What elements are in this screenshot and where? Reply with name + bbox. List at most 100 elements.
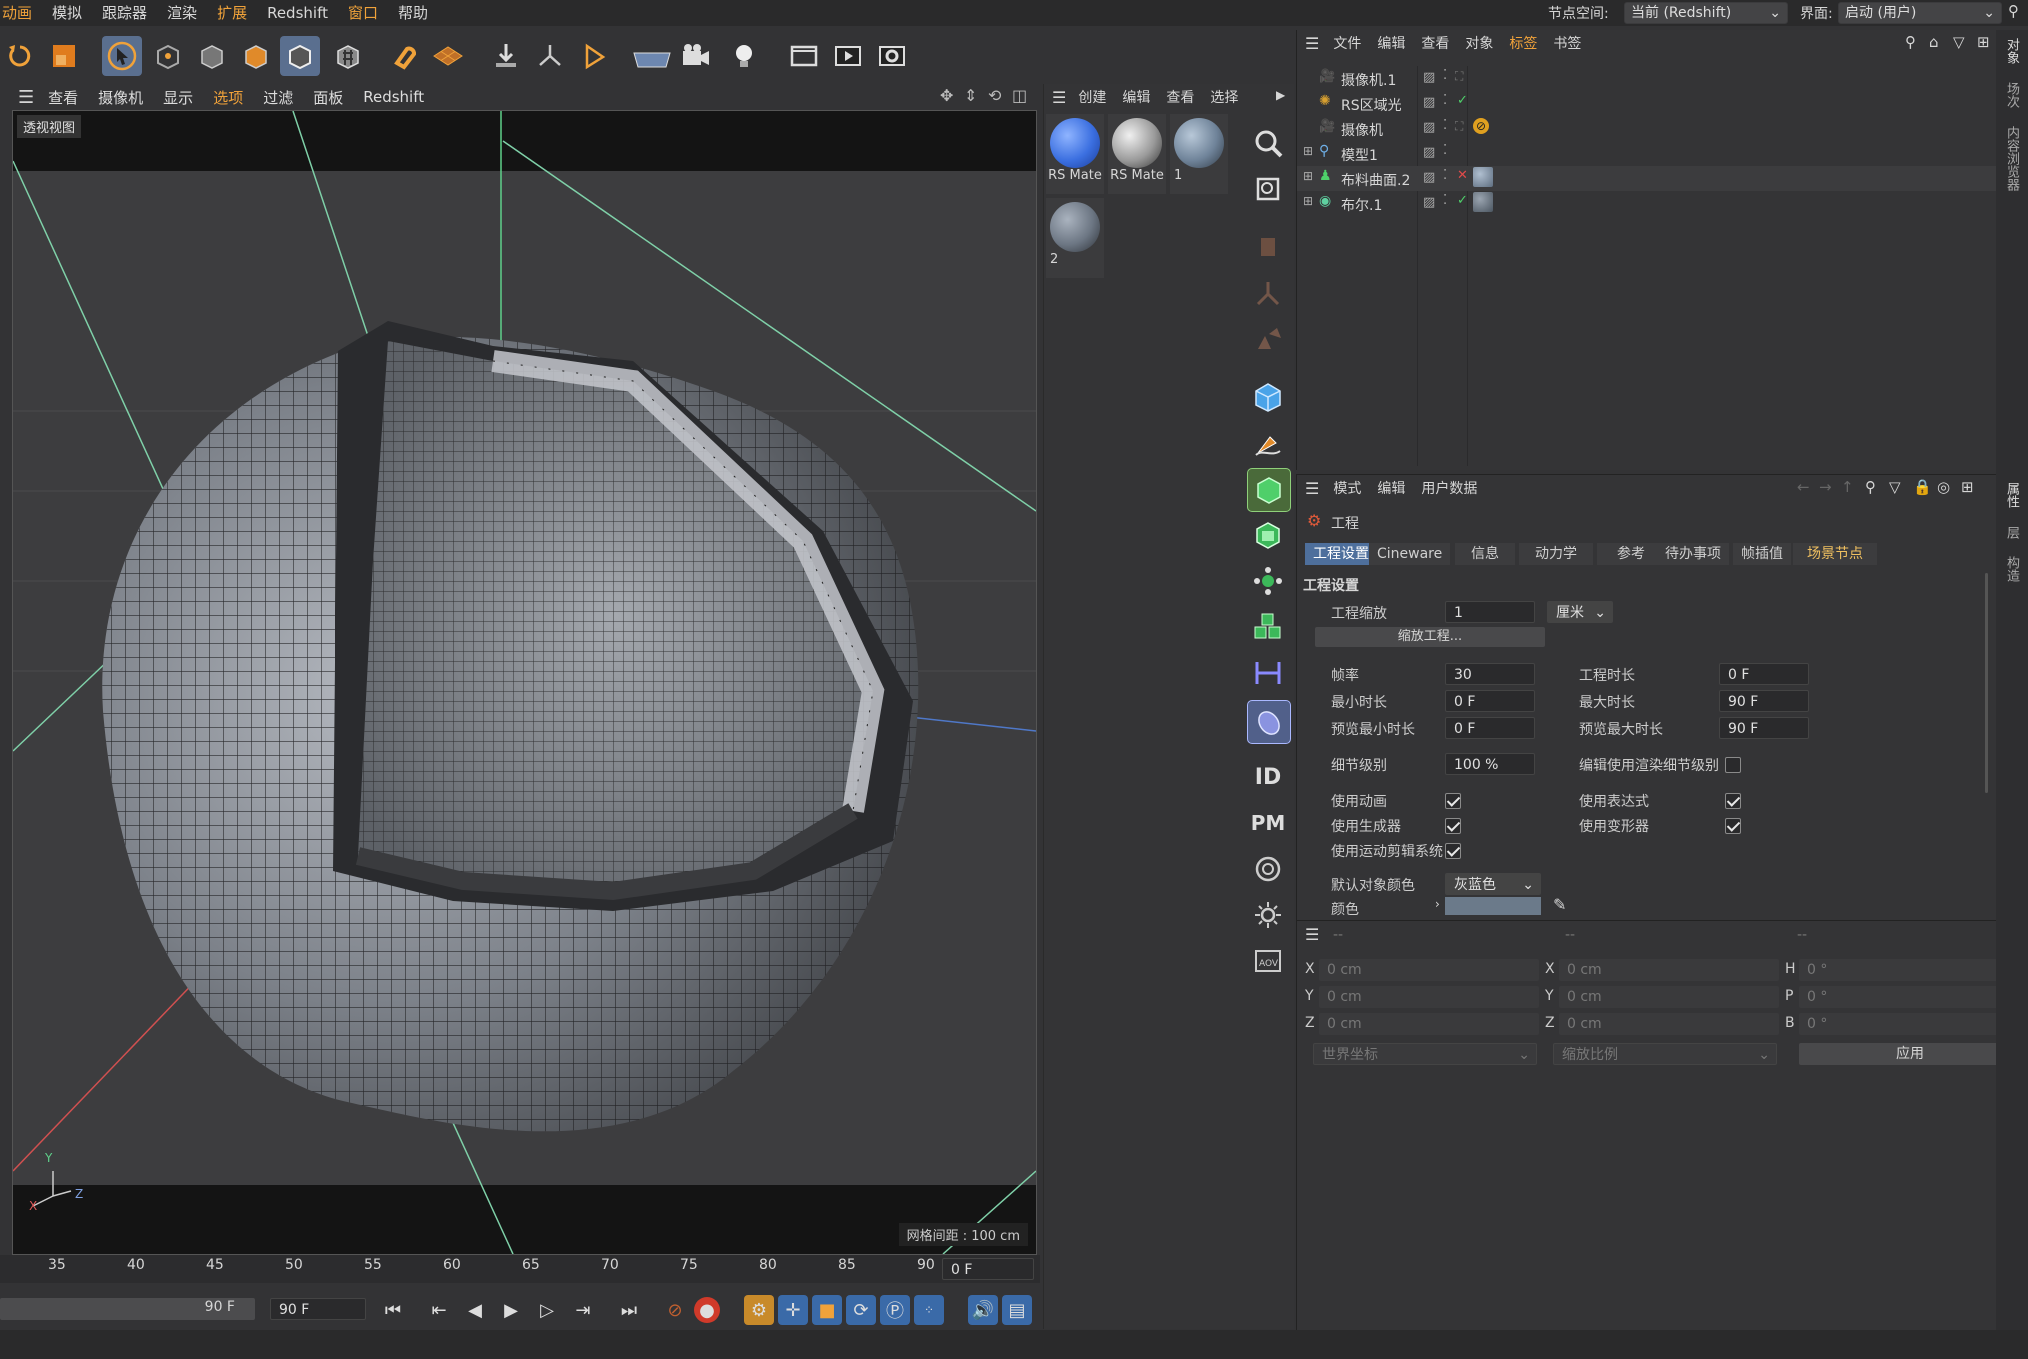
- object-row[interactable]: ⊞ ⚲ 模型1 ▨ ⁚: [1297, 141, 1997, 166]
- floor-icon[interactable]: [632, 36, 672, 76]
- tab-content-browser[interactable]: 内容浏览器: [2002, 126, 2021, 191]
- scale-ratio-select[interactable]: 缩放比例 ⌄: [1553, 1043, 1777, 1065]
- prev-key-icon[interactable]: ⇤: [424, 1295, 454, 1325]
- pan-view-icon[interactable]: ⇕: [964, 86, 977, 105]
- render-lod-checkbox[interactable]: [1725, 757, 1741, 773]
- key-move-icon[interactable]: ✛: [778, 1295, 808, 1325]
- menu-render[interactable]: 渲染: [157, 0, 207, 26]
- camera-tag-icon[interactable]: ⛶: [1455, 69, 1463, 84]
- tab-layers[interactable]: 层: [2002, 526, 2021, 539]
- id-icon[interactable]: ID: [1247, 756, 1289, 798]
- size-y-field[interactable]: 0 cm: [1559, 986, 1779, 1008]
- hamburger-icon[interactable]: ☰: [1305, 479, 1319, 498]
- expand-icon[interactable]: ⊞: [1303, 194, 1313, 208]
- next-key-icon[interactable]: ⇥: [568, 1295, 598, 1325]
- cube-icon[interactable]: [1247, 376, 1289, 418]
- pos-z-field[interactable]: 0 cm: [1319, 1013, 1539, 1035]
- object-row[interactable]: 🎥 摄像机 ▨ ⁚ ⛶ ⊘: [1297, 116, 1997, 141]
- chevron-right-icon[interactable]: ▶: [1276, 88, 1285, 102]
- rot-b-field[interactable]: 0 °: [1799, 1013, 2021, 1035]
- layer-toggle-icon[interactable]: ▨: [1423, 120, 1435, 135]
- prev-frame-icon[interactable]: ◀: [460, 1295, 490, 1325]
- spline-pen-icon[interactable]: [1247, 422, 1289, 464]
- om-menu-file[interactable]: 文件: [1333, 33, 1361, 53]
- apply-button[interactable]: 应用: [1799, 1043, 2021, 1065]
- viewport-menu-options[interactable]: 选项: [213, 87, 243, 108]
- up-arrow-icon[interactable]: ↑: [1841, 478, 1854, 496]
- points-mode-icon[interactable]: [148, 36, 188, 76]
- brush-icon[interactable]: [1247, 226, 1289, 268]
- material-swatch[interactable]: 1: [1170, 114, 1228, 194]
- material-tag-icon[interactable]: [1473, 167, 1493, 187]
- project-scale-unit-select[interactable]: 厘米 ⌄: [1547, 601, 1613, 623]
- tab-takes[interactable]: 场次: [2002, 82, 2021, 108]
- viewport-menu-view[interactable]: 查看: [48, 87, 78, 108]
- joint-icon[interactable]: [1247, 272, 1289, 314]
- camera-tag-icon[interactable]: ⛶: [1455, 119, 1463, 134]
- filter-icon[interactable]: ▽: [1953, 33, 1965, 51]
- tab-cineware[interactable]: Cineware: [1369, 543, 1451, 565]
- tab-structure[interactable]: 构造: [2002, 556, 2021, 582]
- grid-snap-icon[interactable]: [428, 36, 468, 76]
- mat-menu-edit[interactable]: 编辑: [1122, 87, 1150, 107]
- expand-icon[interactable]: ⊞: [1303, 144, 1313, 158]
- render-view-icon[interactable]: [828, 36, 868, 76]
- timeline-ruler[interactable]: 35 40 45 50 55 60 65 70 75 80 85 90 0 F: [0, 1255, 1040, 1283]
- material-swatch[interactable]: RS Mate: [1046, 114, 1104, 194]
- new-window-icon[interactable]: ⊞: [1961, 478, 1974, 496]
- scale-project-button[interactable]: 缩放工程...: [1315, 627, 1545, 647]
- rs-sun-icon[interactable]: [1247, 894, 1289, 936]
- om-menu-edit[interactable]: 编辑: [1377, 33, 1405, 53]
- tab-info[interactable]: 信息: [1455, 543, 1515, 565]
- search-icon[interactable]: ⚲: [1865, 478, 1876, 496]
- perspective-viewport[interactable]: 透视视图 Y X Z 网格间距 : 100 cm: [12, 110, 1037, 1255]
- field-icon[interactable]: [1247, 700, 1291, 744]
- tab-scene-nodes[interactable]: 场景节点: [1793, 543, 1877, 565]
- viewport-menu-filter[interactable]: 过滤: [263, 87, 293, 108]
- film-icon[interactable]: ▤: [1002, 1295, 1032, 1325]
- lock-icon[interactable]: 🔒: [1913, 478, 1932, 496]
- move-view-icon[interactable]: ✥: [940, 86, 953, 105]
- node-space-select[interactable]: 当前 (Redshift) ⌄: [1624, 2, 1788, 24]
- rot-h-field[interactable]: 0 °: [1799, 959, 2021, 981]
- key-pla-icon[interactable]: ⁘: [914, 1295, 944, 1325]
- world-coords-select[interactable]: 世界坐标 ⌄: [1313, 1043, 1537, 1065]
- material-swatch[interactable]: 2: [1046, 198, 1104, 278]
- menu-extensions[interactable]: 扩展: [207, 0, 257, 26]
- object-row[interactable]: ✺ RS区域光 ▨ ⁚ ✓: [1297, 91, 1997, 116]
- use-motion-checkbox[interactable]: [1445, 843, 1461, 859]
- max-time-field[interactable]: 90 F: [1719, 690, 1809, 712]
- object-row[interactable]: ⊞ ♟ 布料曲面.2 ▨ ⁚ ✕: [1297, 166, 1997, 191]
- viewport-menu-display[interactable]: 显示: [163, 87, 193, 108]
- visibility-dots-icon[interactable]: ⁚: [1443, 193, 1447, 208]
- hamburger-icon[interactable]: ☰: [18, 87, 34, 108]
- viewport-menu-cameras[interactable]: 摄像机: [98, 87, 143, 108]
- check-icon[interactable]: ✓: [1457, 193, 1468, 208]
- am-menu-edit[interactable]: 编辑: [1377, 478, 1405, 498]
- menu-animate[interactable]: 动画: [0, 0, 42, 26]
- play-icon[interactable]: ▶: [496, 1295, 526, 1325]
- om-menu-view[interactable]: 查看: [1421, 33, 1449, 53]
- layer-toggle-icon[interactable]: ▨: [1423, 170, 1435, 185]
- search-icon[interactable]: ⚲: [1905, 33, 1916, 51]
- use-gen-checkbox[interactable]: [1445, 818, 1461, 834]
- menu-window[interactable]: 窗口: [338, 0, 388, 26]
- project-time-field[interactable]: 0 F: [1719, 663, 1809, 685]
- magnet-icon[interactable]: [384, 36, 424, 76]
- tab-attributes[interactable]: 属性: [2002, 482, 2021, 508]
- range-slider[interactable]: 90 F: [0, 1298, 255, 1320]
- current-frame-field[interactable]: 0 F: [942, 1258, 1034, 1280]
- polygons-mode-icon[interactable]: [236, 36, 276, 76]
- visibility-dots-icon[interactable]: ⁚: [1443, 118, 1447, 133]
- sound-icon[interactable]: 🔊: [968, 1295, 998, 1325]
- tab-objects[interactable]: 对象: [2002, 38, 2021, 64]
- select-tool-icon[interactable]: [102, 36, 142, 76]
- visibility-dots-icon[interactable]: ⁚: [1443, 68, 1447, 83]
- layer-toggle-icon[interactable]: ▨: [1423, 145, 1435, 160]
- om-menu-bookmarks[interactable]: 书签: [1553, 33, 1581, 53]
- eyedropper-icon[interactable]: ✎: [1553, 895, 1566, 914]
- material-swatch[interactable]: RS Mate: [1108, 114, 1166, 194]
- expand-icon[interactable]: ⊞: [1303, 169, 1313, 183]
- home-icon[interactable]: ⌂: [1929, 33, 1939, 51]
- autokey-record-icon[interactable]: ●: [694, 1297, 720, 1323]
